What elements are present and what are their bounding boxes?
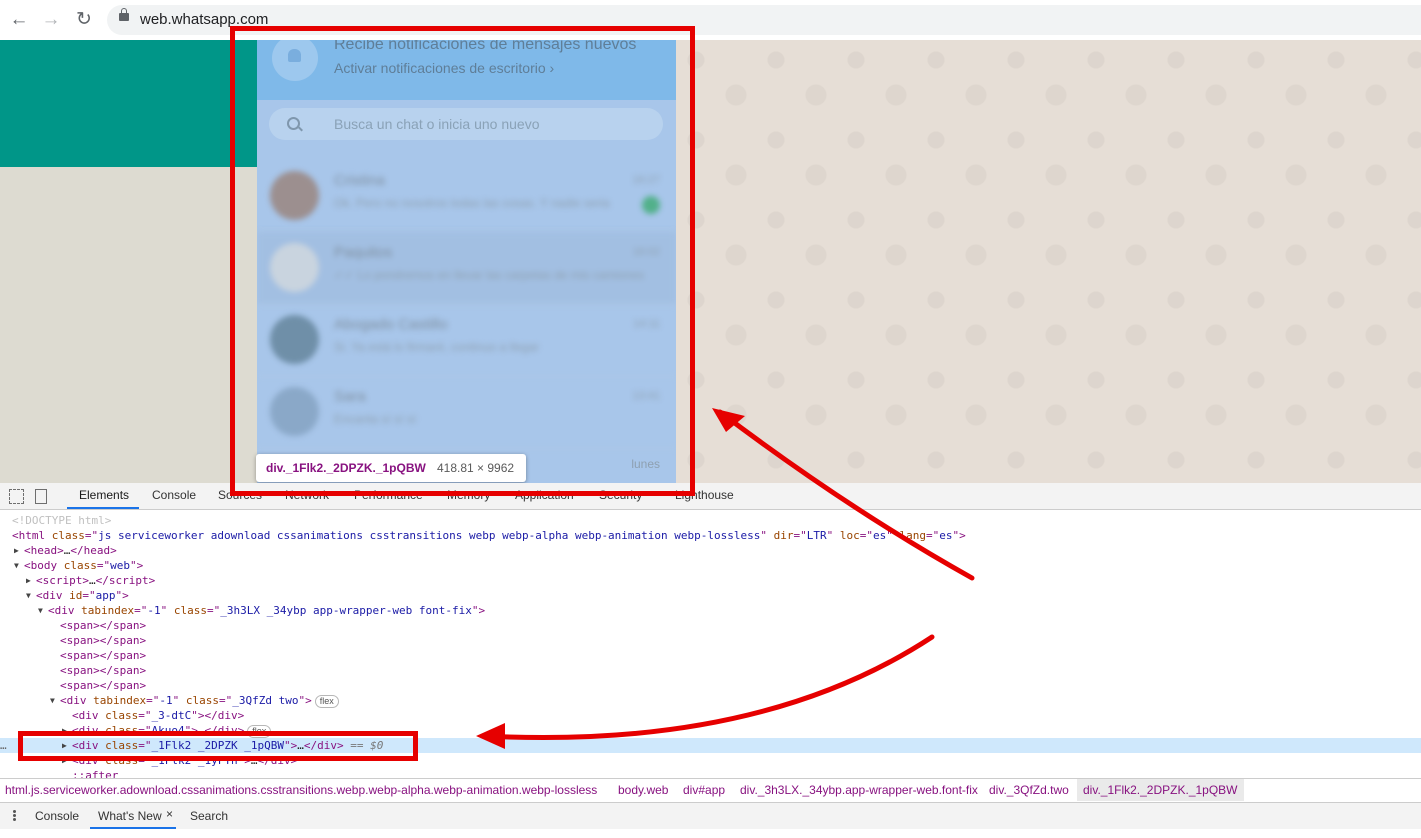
arrow-to-page xyxy=(717,409,975,581)
arrow-to-node xyxy=(481,634,935,740)
annotation-arrows xyxy=(476,408,975,749)
arrowhead xyxy=(476,723,505,749)
